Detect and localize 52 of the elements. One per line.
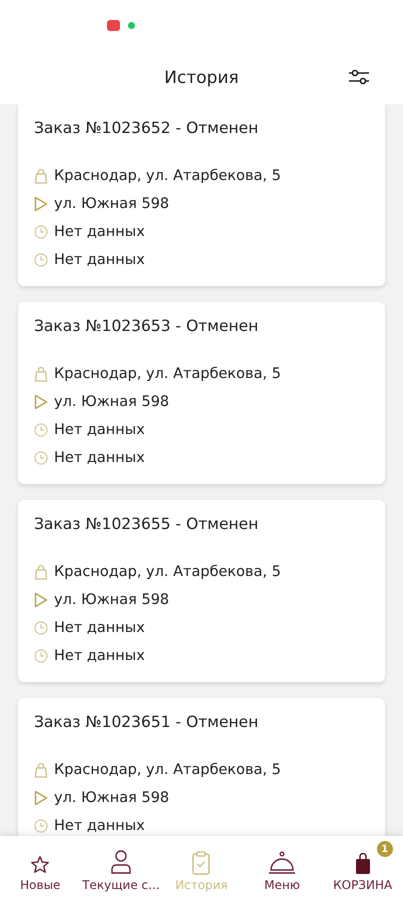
nav-tab[interactable]: Текущие с... [80,836,162,900]
order-title: Заказ №1023653 - Отменен [34,316,260,337]
clock-icon [34,819,48,833]
order-detail: Краснодар, ул. Атарбекова, 5 [54,762,281,778]
clipboard-icon [191,851,212,875]
screen-title: История [164,68,239,88]
clock-icon [34,649,48,663]
order-card[interactable]: Заказ №1023651 - Отменен Краснодар, ул. Атарбекова, 5 ул. Южная 598 Нет данных [18,698,385,836]
order-detail: Краснодар, ул. Атарбекова, 5 [54,564,281,580]
clock-icon [34,225,48,239]
bag-icon [34,366,48,382]
order-detail: Нет данных [54,620,145,636]
notification-icon [107,20,120,30]
person-icon [110,849,132,875]
triangle-icon [34,394,48,410]
order-detail: Краснодар, ул. Атарбекова, 5 [54,168,281,184]
order-detail: Нет данных [54,422,145,438]
bag-icon [34,564,48,580]
clock-icon [34,621,48,635]
status-dot-icon [128,22,135,28]
triangle-icon [34,592,48,608]
nav-tab[interactable]: Новые [0,836,81,900]
order-card[interactable]: Заказ №1023655 - Отменен Краснодар, ул. Атарбекова, 5 ул. Южная 598 Нет данных Нет данных [18,500,385,682]
clock-icon [34,451,48,465]
bag-icon [34,168,48,184]
order-detail: Нет данных [54,648,145,664]
order-detail: ул. Южная 598 [54,592,170,608]
bag-icon [34,762,48,778]
order-title: Заказ №1023655 - Отменен [34,514,260,535]
order-detail: Нет данных [54,252,145,268]
cart-count-badge: 1 [376,841,393,857]
bag-icon [354,853,371,875]
order-detail: Нет данных [54,450,145,466]
triangle-icon [34,196,48,212]
order-title: Заказ №1023651 - Отменен [34,712,260,733]
order-detail: Нет данных [54,818,145,834]
nav-tab[interactable]: Меню [242,836,322,900]
order-card[interactable]: Заказ №1023653 - Отменен Краснодар, ул. Атарбекова, 5 ул. Южная 598 Нет данных Нет данных [18,302,385,484]
star-icon [30,855,50,875]
nav-tab[interactable]: 1 КОРЗИНА [322,836,403,900]
clock-icon [34,253,48,267]
cloche-icon [268,851,296,875]
order-detail: ул. Южная 598 [54,196,170,212]
order-detail: Краснодар, ул. Атарбекова, 5 [54,366,281,382]
order-detail: ул. Южная 598 [54,790,170,806]
order-detail: ул. Южная 598 [54,394,170,410]
order-title: Заказ №1023652 - Отменен [34,118,260,139]
triangle-icon [34,790,48,806]
clock-icon [34,423,48,437]
filter-icon[interactable] [348,68,370,86]
order-detail: Нет данных [54,224,145,240]
order-card[interactable]: Заказ №1023652 - Отменен Краснодар, ул. Атарбекова, 5 ул. Южная 598 Нет данных Нет данных [18,104,385,286]
